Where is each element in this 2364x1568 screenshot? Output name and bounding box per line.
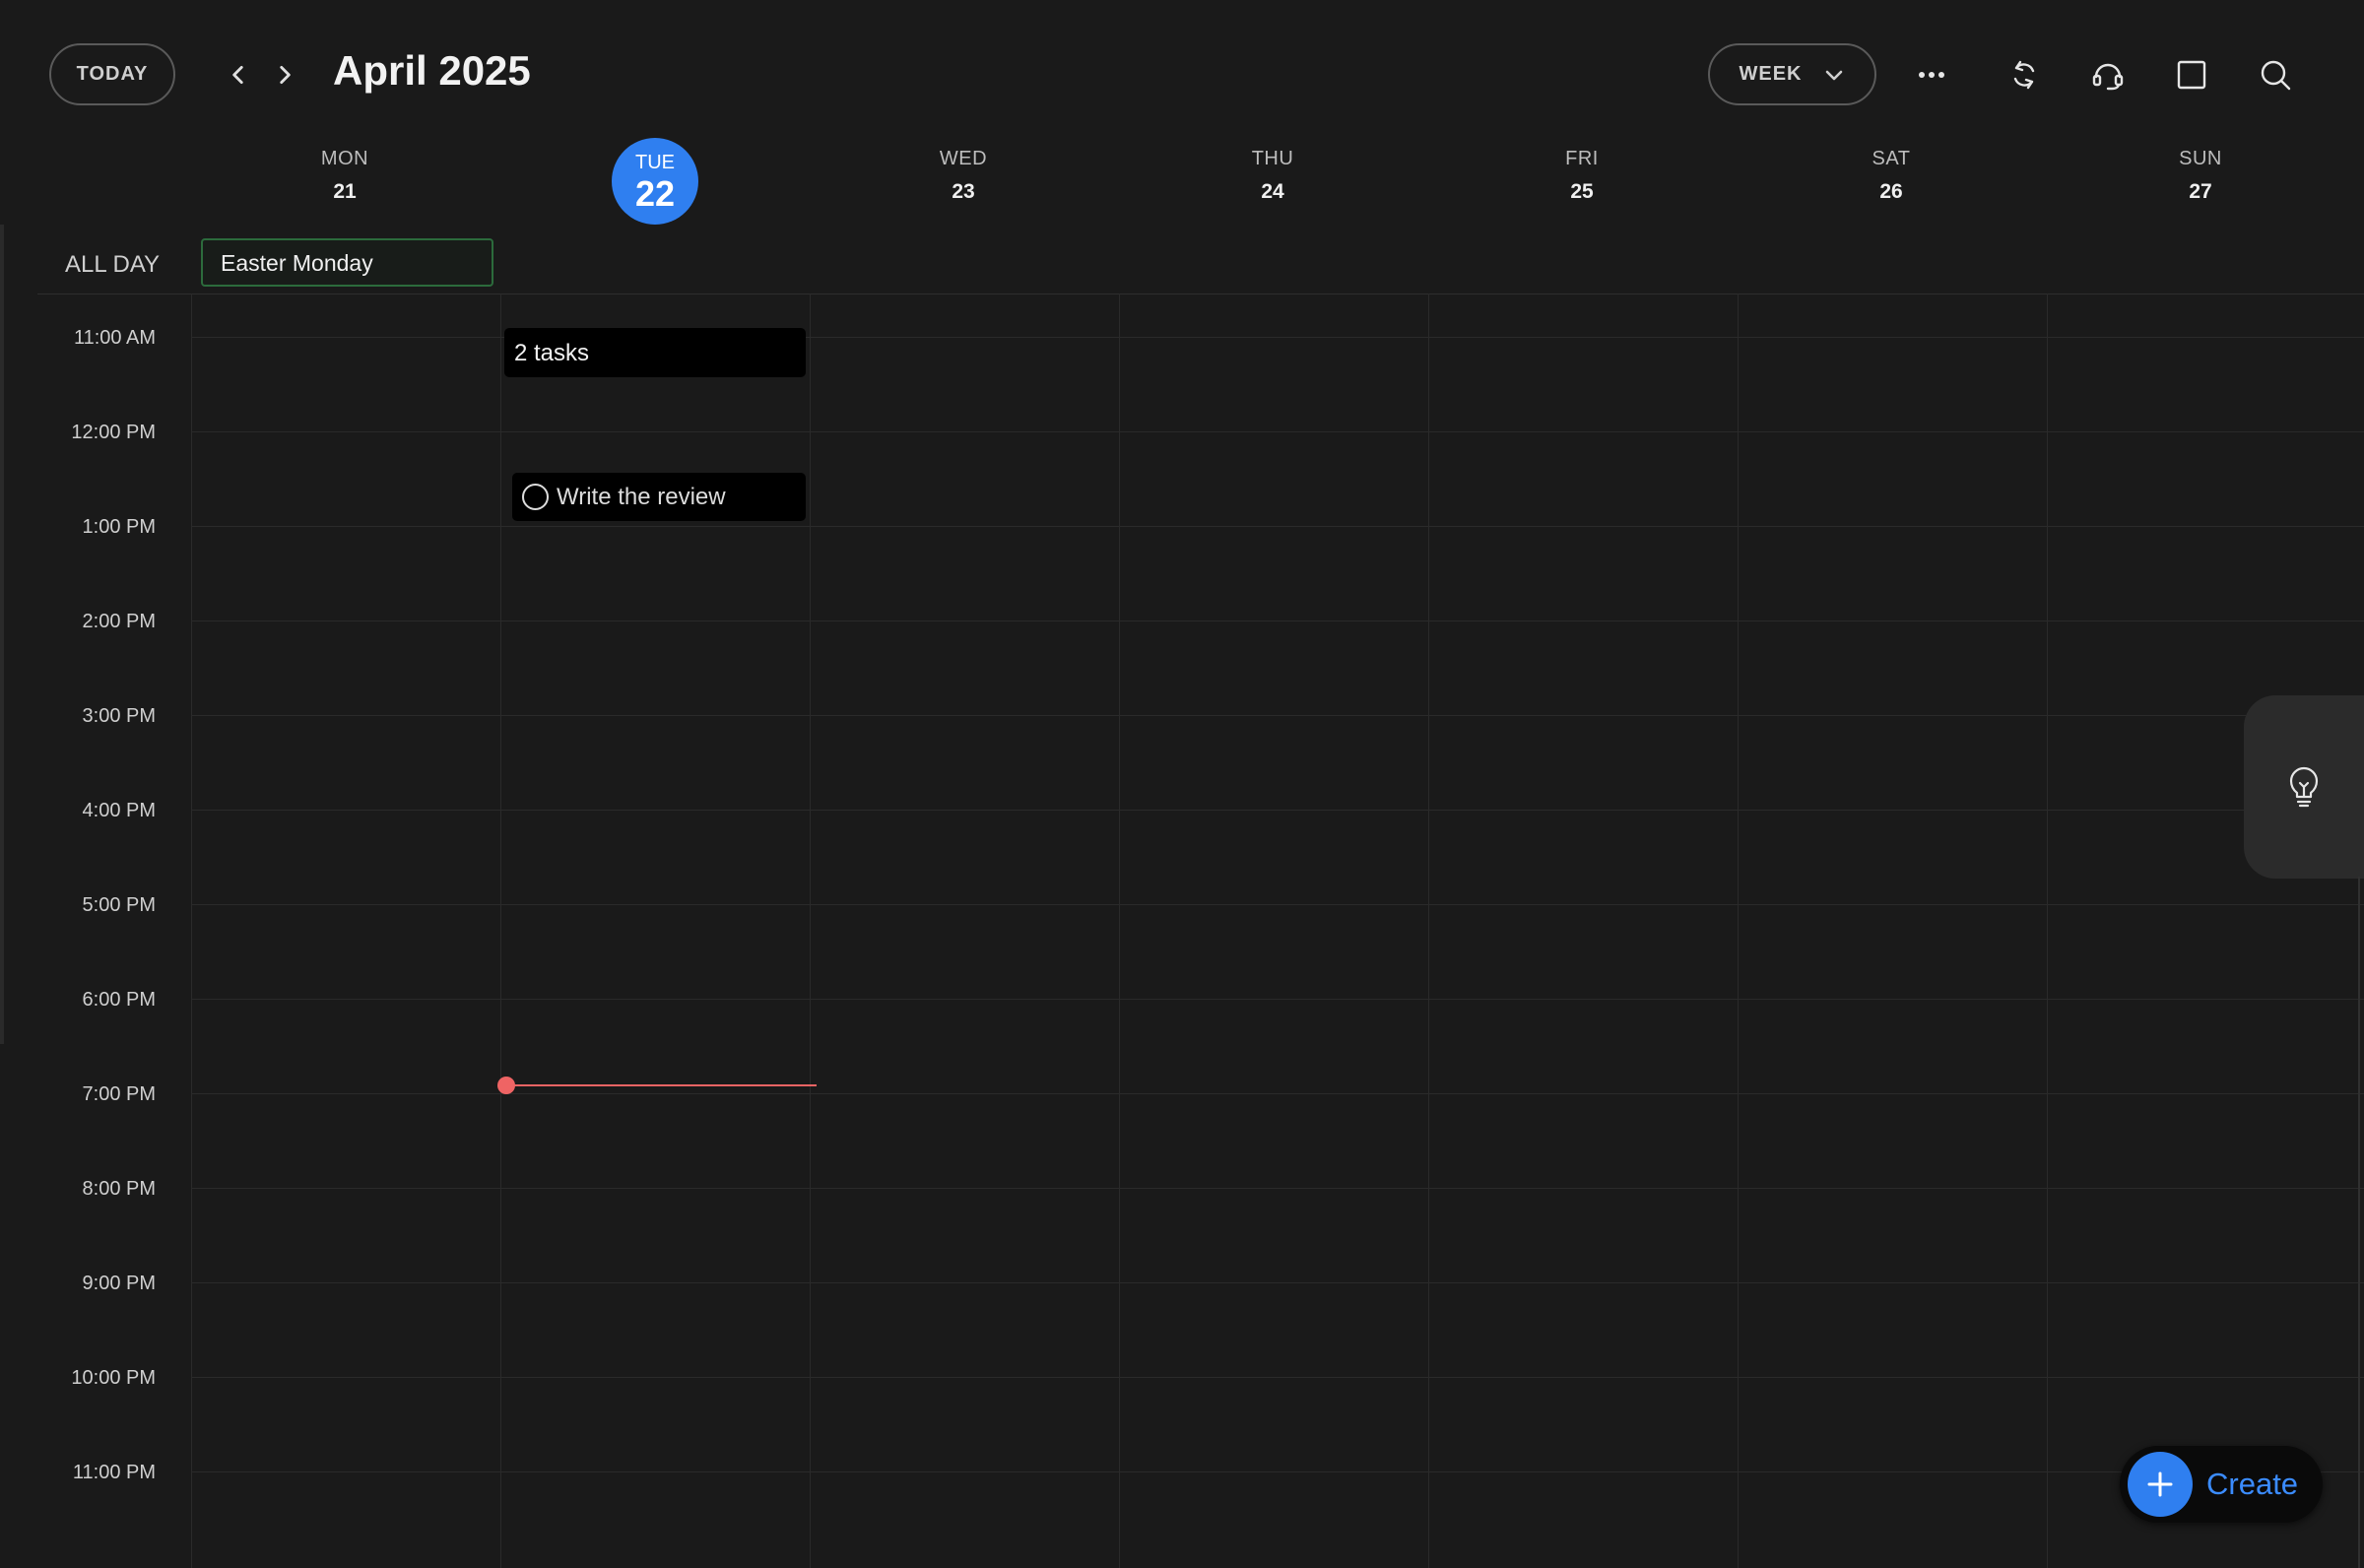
time-label: 11:00 PM (72, 1462, 156, 1483)
hour-line (191, 1282, 2364, 1283)
day-name: FRI (1565, 148, 1599, 169)
plus-icon (2128, 1452, 2193, 1517)
day-name: SAT (1872, 148, 1911, 169)
calendar-app: TODAY April 2025 WEEK MON 21 TUE 22 WED … (0, 0, 2364, 1568)
right-scrollbar[interactable] (2358, 877, 2360, 1568)
day-number: 21 (333, 180, 357, 203)
day-header-thu[interactable]: THU 24 (1174, 148, 1371, 204)
current-time-line (507, 1084, 817, 1086)
task-event[interactable]: Write the review (512, 473, 806, 521)
hour-line (191, 526, 2364, 527)
day-number: 24 (1261, 180, 1284, 203)
day-name: WED (939, 148, 988, 169)
day-number: 26 (1879, 180, 1903, 203)
day-name: THU (1251, 148, 1294, 169)
time-label: 4:00 PM (82, 800, 156, 821)
hour-line (191, 1377, 2364, 1378)
more-button[interactable] (1908, 51, 1955, 98)
hour-line (191, 810, 2364, 811)
tips-panel-toggle[interactable] (2244, 695, 2364, 879)
create-label: Create (2206, 1467, 2299, 1501)
previous-week-button[interactable] (221, 57, 256, 93)
chevron-right-icon (280, 66, 291, 84)
hour-line (191, 904, 2364, 905)
sync-icon (2013, 60, 2035, 90)
all-day-label: ALL DAY (65, 251, 161, 278)
day-name: MON (320, 148, 369, 169)
time-label: 9:00 PM (82, 1273, 156, 1294)
time-label: 3:00 PM (82, 705, 156, 727)
tasks-summary-event[interactable]: 2 tasks (504, 328, 806, 377)
day-header-sun[interactable]: SUN 27 (2102, 148, 2299, 204)
day-number: 25 (1570, 180, 1594, 203)
time-label: 10:00 PM (71, 1367, 156, 1389)
hour-line (191, 1093, 2364, 1094)
search-button[interactable] (2252, 51, 2299, 98)
day-number: 23 (952, 180, 975, 203)
day-name: TUE (635, 151, 675, 173)
time-label: 2:00 PM (82, 611, 156, 632)
hour-line (191, 715, 2364, 716)
time-label: 6:00 PM (82, 989, 156, 1011)
search-icon (2261, 60, 2291, 91)
more-icon (1919, 72, 1944, 78)
view-selector[interactable]: WEEK (1708, 43, 1876, 105)
hour-line (191, 431, 2364, 432)
left-scrollbar[interactable] (0, 225, 4, 1044)
support-icon (2092, 63, 2124, 91)
month-title: April 2025 (333, 47, 531, 94)
hour-line (191, 999, 2364, 1000)
chevron-left-icon (232, 66, 243, 84)
day-number: 27 (2189, 180, 2212, 203)
hour-line (191, 1188, 2364, 1189)
time-label: 11:00 AM (73, 327, 156, 349)
task-title: Write the review (557, 483, 726, 510)
time-label: 1:00 PM (82, 516, 156, 538)
next-week-button[interactable] (267, 57, 302, 93)
day-number: 22 (634, 172, 676, 214)
day-header-fri[interactable]: FRI 25 (1483, 148, 1680, 204)
support-button[interactable] (2084, 51, 2132, 98)
task-checkbox-icon[interactable] (522, 484, 549, 510)
time-label: 12:00 PM (71, 422, 156, 443)
all-day-event[interactable]: Easter Monday (201, 238, 493, 287)
view-selector-label: WEEK (1739, 63, 1803, 85)
hour-line (191, 1471, 2364, 1472)
chevron-down-icon (1825, 70, 1842, 80)
day-header-mon[interactable]: MON 21 (246, 148, 443, 204)
time-label: 5:00 PM (82, 894, 156, 916)
square-icon (2177, 60, 2206, 90)
day-header-wed[interactable]: WED 23 (865, 148, 1062, 204)
day-header-tue-today[interactable]: TUE 22 (612, 138, 698, 225)
time-label: 8:00 PM (82, 1178, 156, 1200)
layout-button[interactable] (2168, 51, 2215, 98)
create-button[interactable]: Create (2120, 1446, 2323, 1523)
sync-button[interactable] (2001, 51, 2048, 98)
time-label: 7:00 PM (82, 1083, 156, 1105)
day-header-sat[interactable]: SAT 26 (1793, 148, 1990, 204)
today-button[interactable]: TODAY (49, 43, 175, 105)
lightbulb-icon (2289, 766, 2319, 808)
day-name: SUN (2179, 148, 2222, 169)
